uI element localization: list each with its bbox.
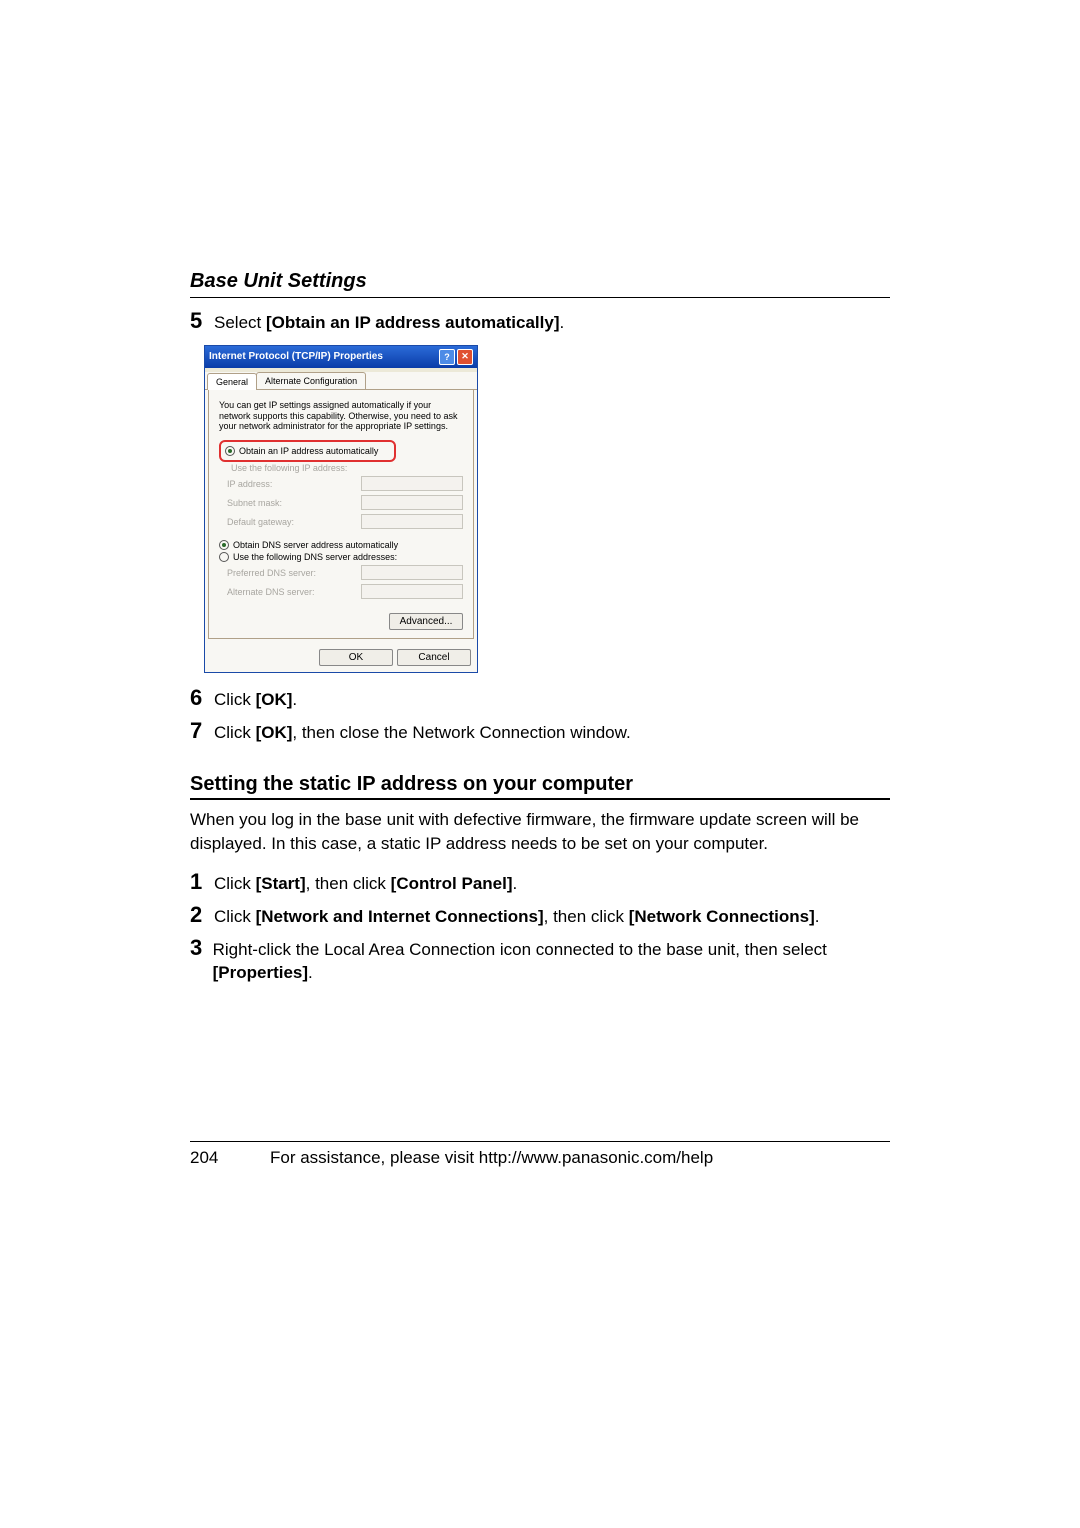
step-number: 5 bbox=[190, 308, 214, 334]
titlebar: Internet Protocol (TCP/IP) Properties ? … bbox=[205, 346, 477, 368]
ip-address-input bbox=[361, 476, 463, 491]
radio-obtain-ip-auto[interactable]: Obtain an IP address automatically bbox=[225, 445, 390, 457]
radio-use-following-dns[interactable]: Use the following DNS server addresses: bbox=[219, 551, 463, 563]
subnet-label: Subnet mask: bbox=[227, 498, 337, 508]
step5-prefix: Select bbox=[214, 313, 266, 332]
step-number: 1 bbox=[190, 869, 214, 895]
substep-2: 2 Click [Network and Internet Connection… bbox=[190, 902, 890, 929]
subsection-title: Setting the static IP address on your co… bbox=[190, 773, 890, 796]
step6-suffix: . bbox=[292, 690, 297, 709]
pref-dns-row: Preferred DNS server: bbox=[227, 563, 463, 582]
step-6: 6 Click [OK]. bbox=[190, 685, 890, 712]
dialog-description: You can get IP settings assigned automat… bbox=[219, 400, 463, 432]
subnet-row: Subnet mask: bbox=[227, 493, 463, 512]
step7-prefix: Click bbox=[214, 723, 256, 742]
step-number: 2 bbox=[190, 902, 214, 928]
radio-label: Use the following DNS server addresses: bbox=[233, 552, 397, 562]
ip-address-label: IP address: bbox=[227, 479, 337, 489]
radio-label: Obtain DNS server address automatically bbox=[233, 540, 398, 550]
page-number: 204 bbox=[190, 1148, 270, 1168]
s1-prefix: Click bbox=[214, 874, 256, 893]
subsection-paragraph: When you log in the base unit with defec… bbox=[190, 808, 890, 857]
s2-prefix: Click bbox=[214, 907, 256, 926]
step7-suffix: , then close the Network Connection wind… bbox=[292, 723, 630, 742]
tab-general[interactable]: General bbox=[207, 373, 257, 390]
step5-suffix: . bbox=[559, 313, 564, 332]
substep-3: 3 Right-click the Local Area Connection … bbox=[190, 935, 890, 986]
page-footer: 204 For assistance, please visit http://… bbox=[190, 1132, 890, 1168]
gateway-input bbox=[361, 514, 463, 529]
step5-bold: [Obtain an IP address automatically] bbox=[266, 313, 560, 332]
radio-obtain-dns-auto[interactable]: Obtain DNS server address automatically bbox=[219, 539, 463, 551]
alt-dns-row: Alternate DNS server: bbox=[227, 582, 463, 601]
subsection-rule bbox=[190, 798, 890, 800]
highlight-auto-ip: Obtain an IP address automatically bbox=[219, 440, 396, 462]
s2-bold2: [Network Connections] bbox=[629, 907, 815, 926]
substep-1: 1 Click [Start], then click [Control Pan… bbox=[190, 869, 890, 896]
s1-mid: , then click bbox=[306, 874, 391, 893]
step-5: 5 Select [Obtain an IP address automatic… bbox=[190, 308, 890, 335]
section-title: Base Unit Settings bbox=[190, 270, 890, 293]
s1-bold2: [Control Panel] bbox=[391, 874, 513, 893]
s2-suffix: . bbox=[815, 907, 820, 926]
tcp-ip-properties-dialog: Internet Protocol (TCP/IP) Properties ? … bbox=[204, 345, 478, 673]
s1-bold1: [Start] bbox=[256, 874, 306, 893]
help-icon[interactable]: ? bbox=[439, 349, 455, 365]
alt-dns-label: Alternate DNS server: bbox=[227, 587, 337, 597]
s2-mid: , then click bbox=[544, 907, 629, 926]
footer-rule bbox=[190, 1141, 890, 1142]
alt-dns-input bbox=[361, 584, 463, 599]
step-number: 3 bbox=[190, 935, 213, 961]
radio-icon bbox=[219, 540, 229, 550]
tab-alternate-config[interactable]: Alternate Configuration bbox=[256, 372, 366, 389]
radio-label: Obtain an IP address automatically bbox=[239, 446, 378, 456]
s3-suffix: . bbox=[308, 963, 313, 982]
s3-bold: [Properties] bbox=[213, 963, 308, 982]
s3-text-before: Right-click the Local Area Connection ic… bbox=[213, 940, 827, 959]
pref-dns-label: Preferred DNS server: bbox=[227, 568, 337, 578]
gateway-label: Default gateway: bbox=[227, 517, 337, 527]
dialog-title: Internet Protocol (TCP/IP) Properties bbox=[209, 351, 383, 362]
advanced-button[interactable]: Advanced... bbox=[389, 613, 463, 630]
footer-assistance: For assistance, please visit http://www.… bbox=[270, 1148, 713, 1168]
radio-icon bbox=[219, 552, 229, 562]
radio-use-following-ip[interactable]: Use the following IP address: bbox=[219, 462, 463, 474]
cancel-button[interactable]: Cancel bbox=[397, 649, 471, 666]
step-number: 7 bbox=[190, 718, 214, 744]
ip-address-row: IP address: bbox=[227, 474, 463, 493]
tab-strip: General Alternate Configuration bbox=[205, 372, 477, 390]
section-rule bbox=[190, 297, 890, 298]
step7-bold: [OK] bbox=[256, 723, 293, 742]
ok-button[interactable]: OK bbox=[319, 649, 393, 666]
s2-bold1: [Network and Internet Connections] bbox=[256, 907, 544, 926]
step6-prefix: Click bbox=[214, 690, 256, 709]
s1-suffix: . bbox=[513, 874, 518, 893]
close-icon[interactable]: ✕ bbox=[457, 349, 473, 365]
step6-bold: [OK] bbox=[256, 690, 293, 709]
step-number: 6 bbox=[190, 685, 214, 711]
step-7: 7 Click [OK], then close the Network Con… bbox=[190, 718, 890, 745]
radio-icon bbox=[225, 446, 235, 456]
subnet-input bbox=[361, 495, 463, 510]
pref-dns-input bbox=[361, 565, 463, 580]
gateway-row: Default gateway: bbox=[227, 512, 463, 531]
